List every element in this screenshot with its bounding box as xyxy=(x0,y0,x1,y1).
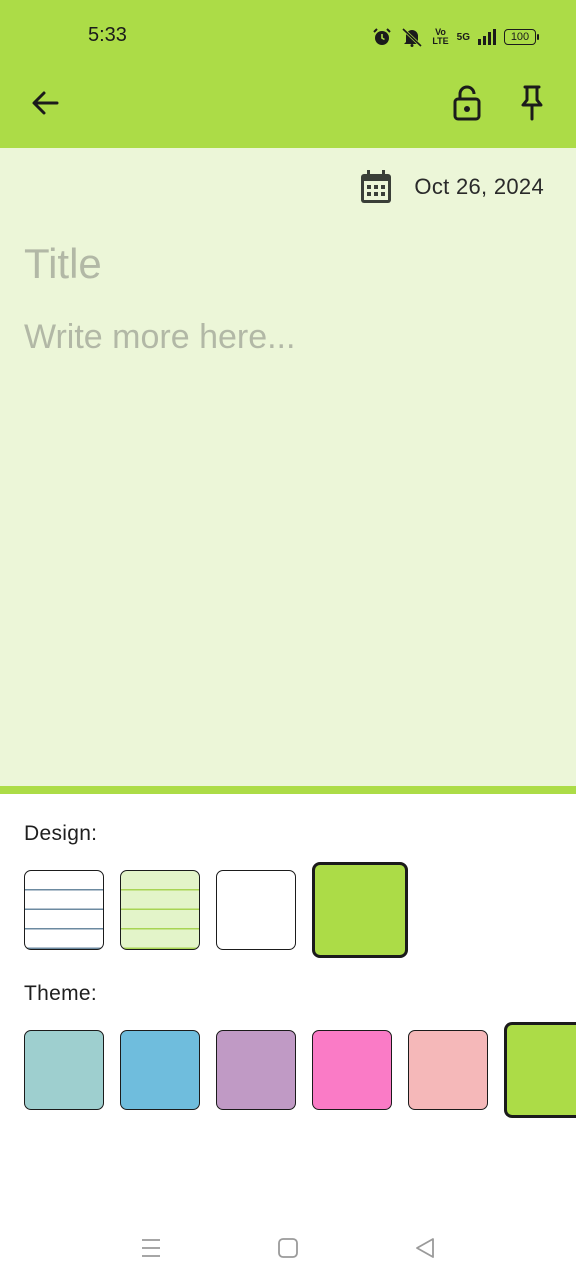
5g-icon: 5G xyxy=(456,31,470,43)
volte-icon: Vo LTE xyxy=(432,27,449,46)
note-date: Oct 26, 2024 xyxy=(414,174,544,199)
lock-button[interactable] xyxy=(443,79,491,127)
design-option-green-lined[interactable] xyxy=(120,870,200,950)
alarm-icon xyxy=(372,27,392,47)
menu-icon xyxy=(142,1239,160,1257)
calendar-icon xyxy=(361,170,392,203)
theme-swatch-rose[interactable] xyxy=(408,1030,488,1110)
panel-divider xyxy=(0,786,576,794)
recents-button[interactable] xyxy=(135,1232,167,1264)
design-label: Design: xyxy=(24,822,98,845)
design-option-blue-lined[interactable] xyxy=(24,870,104,950)
back-button[interactable] xyxy=(21,79,69,127)
home-button[interactable] xyxy=(272,1232,304,1264)
status-time: 5:33 xyxy=(88,24,127,46)
customize-panel: Design: Theme: xyxy=(0,794,576,1214)
theme-swatch-teal[interactable] xyxy=(24,1030,104,1110)
back-triangle-icon xyxy=(416,1238,434,1258)
system-nav-bar xyxy=(0,1214,576,1280)
pin-icon xyxy=(521,85,543,121)
theme-swatch-pink[interactable] xyxy=(312,1030,392,1110)
battery-level: 100 xyxy=(504,29,539,45)
app-bar xyxy=(0,74,576,148)
theme-swatch-blue[interactable] xyxy=(120,1030,200,1110)
theme-swatch-green[interactable] xyxy=(504,1022,576,1118)
date-row[interactable]: Oct 26, 2024 xyxy=(360,170,544,204)
battery-icon: 100 xyxy=(504,29,539,45)
note-editor: Oct 26, 2024 xyxy=(0,148,576,786)
pin-button[interactable] xyxy=(508,79,556,127)
signal-icon xyxy=(478,29,496,45)
theme-swatch-purple[interactable] xyxy=(216,1030,296,1110)
body-input[interactable] xyxy=(24,318,544,758)
lock-open-icon xyxy=(453,85,481,121)
home-square-icon xyxy=(278,1238,298,1258)
title-input[interactable] xyxy=(24,236,544,292)
arrow-back-icon xyxy=(32,91,59,115)
status-bar: 5:33 Vo LTE 5G 100 xyxy=(0,0,576,74)
design-option-solid-green[interactable] xyxy=(312,862,408,958)
bell-off-icon xyxy=(400,27,424,47)
design-option-plain-white[interactable] xyxy=(216,870,296,950)
system-back-button[interactable] xyxy=(409,1232,441,1264)
status-icons: Vo LTE 5G 100 xyxy=(372,24,539,50)
theme-label: Theme: xyxy=(24,982,97,1005)
